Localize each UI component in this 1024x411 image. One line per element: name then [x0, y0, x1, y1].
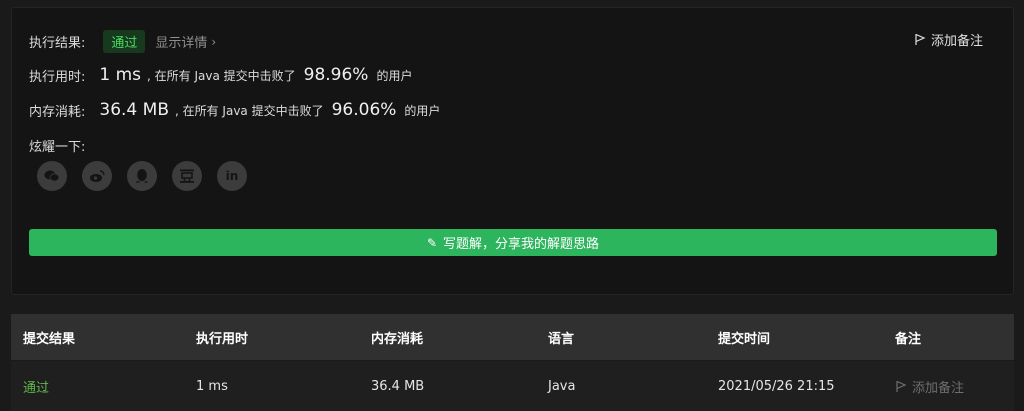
header-memory: 内存消耗	[371, 331, 424, 347]
pencil-icon: ✎	[426, 235, 438, 250]
memory-desc: , 在所有 Java 提交中击败了	[174, 103, 324, 118]
douban-icon[interactable]	[172, 161, 202, 191]
add-note-button[interactable]: 添加备注	[914, 30, 983, 49]
result-label: 执行结果:	[29, 36, 86, 51]
runtime-label: 执行用时:	[29, 69, 86, 85]
row-time: 2021/05/26 21:15	[718, 378, 835, 394]
header-time: 提交时间	[718, 331, 771, 347]
show-details-label: 显示详情	[155, 36, 208, 51]
submission-result-card: 执行结果: 通过 显示详情 › 添加备注 执行用时: 1 ms , 在所有 Ja…	[11, 7, 1014, 295]
qq-icon[interactable]	[127, 161, 157, 191]
memory-percent: 96.06%	[331, 100, 397, 120]
weibo-icon[interactable]	[82, 161, 112, 191]
row-language: Java	[548, 378, 576, 394]
runtime-value: 1 ms	[99, 65, 142, 85]
row-add-note-label: 添加备注	[912, 380, 965, 396]
runtime-desc: , 在所有 Java 提交中击败了	[147, 68, 296, 83]
table-header: 提交结果 执行用时 内存消耗 语言 提交时间 备注	[11, 314, 1014, 360]
share-label: 炫耀一下:	[29, 140, 86, 155]
status-badge: 通过	[103, 30, 146, 53]
runtime-percent: 98.96%	[303, 65, 369, 85]
memory-suffix: 的用户	[404, 103, 441, 118]
runtime-suffix: 的用户	[376, 68, 413, 83]
result-row: 执行结果: 通过 显示详情 ›	[29, 30, 216, 53]
memory-row: 内存消耗: 36.4 MB , 在所有 Java 提交中击败了 96.06% 的…	[29, 100, 440, 120]
flag-icon	[896, 380, 907, 392]
memory-value: 36.4 MB	[99, 100, 169, 120]
linkedin-icon[interactable]: in	[217, 161, 247, 191]
show-details-link[interactable]: 显示详情 ›	[155, 32, 217, 52]
submissions-table: 提交结果 执行用时 内存消耗 语言 提交时间 备注 通过 1 ms 36.4 M…	[11, 314, 1014, 411]
table-row: 通过 1 ms 36.4 MB Java 2021/05/26 21:15 添加…	[11, 360, 1014, 411]
share-row: 炫耀一下:	[29, 136, 85, 155]
write-solution-button[interactable]: ✎ 写题解，分享我的解题思路	[29, 229, 997, 256]
write-solution-label: 写题解，分享我的解题思路	[443, 237, 600, 252]
header-language: 语言	[548, 331, 575, 347]
header-runtime: 执行用时	[196, 331, 249, 347]
row-status-link[interactable]: 通过	[11, 377, 185, 396]
header-note: 备注	[895, 331, 922, 347]
add-note-label: 添加备注	[930, 34, 983, 49]
memory-label: 内存消耗:	[29, 104, 86, 120]
share-icons: in	[37, 161, 262, 191]
wechat-icon[interactable]	[37, 161, 67, 191]
row-add-note-button[interactable]: 添加备注	[889, 377, 1014, 396]
chevron-right-icon: ›	[211, 34, 217, 49]
runtime-row: 执行用时: 1 ms , 在所有 Java 提交中击败了 98.96% 的用户	[29, 65, 412, 85]
row-runtime: 1 ms	[196, 378, 228, 394]
row-memory: 36.4 MB	[371, 378, 425, 394]
header-status: 提交结果	[23, 331, 76, 347]
flag-icon	[915, 33, 926, 45]
